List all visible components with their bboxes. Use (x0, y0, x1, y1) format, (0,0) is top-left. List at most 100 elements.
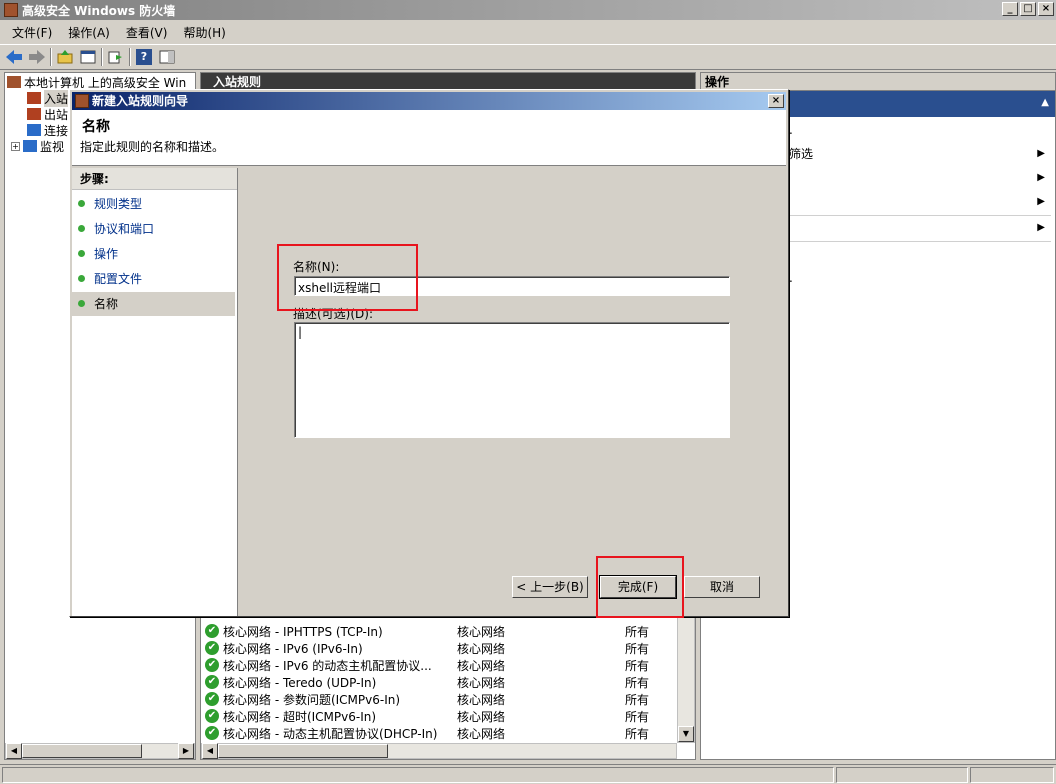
toolbar-separator (129, 48, 131, 66)
scroll-left-icon[interactable]: ◀ (202, 743, 218, 759)
collapse-icon[interactable]: ▲ (1041, 97, 1049, 108)
rules-hscrollbar[interactable]: ◀ (201, 743, 677, 759)
rule-name: 核心网络 - 超时(ICMPv6-In) (223, 710, 377, 724)
wizard-content: 名称(N): xshell远程端口 描述(可选)(D): | < 上一步(B) … (240, 168, 786, 616)
step-rule-type[interactable]: 规则类型 (72, 192, 235, 216)
maximize-button[interactable]: □ (1020, 2, 1036, 16)
show-hide-icon[interactable] (157, 47, 177, 67)
tree-item-inbound[interactable]: 入站 (27, 89, 69, 107)
scroll-thumb[interactable] (218, 744, 388, 758)
steps-pane: 步骤: 规则类型 协议和端口 操作 配置文件 名称 (72, 168, 238, 616)
close-button[interactable]: × (1038, 2, 1054, 16)
scroll-right-icon[interactable]: ▶ (178, 743, 194, 759)
rule-name: 核心网络 - IPHTTPS (TCP-In) (223, 625, 383, 639)
action-item[interactable]: . (789, 119, 1051, 141)
help-glyph: ? (136, 49, 152, 65)
annotation-box-name (277, 244, 418, 311)
back-button[interactable]: < 上一步(B) (512, 576, 588, 598)
status-cell (836, 767, 968, 783)
back-icon[interactable] (4, 47, 24, 67)
menu-view[interactable]: 查看(V) (118, 22, 176, 43)
submenu-arrow-icon: ▶ (1037, 196, 1045, 207)
step-protocol-port[interactable]: 协议和端口 (72, 217, 235, 241)
rule-group: 核心网络 (457, 659, 506, 673)
action-item[interactable]: ▶ (789, 167, 1051, 189)
dialog-title: 新建入站规则向导 (92, 94, 189, 108)
dialog-subheading: 指定此规则的名称和描述。 (80, 140, 225, 154)
table-row[interactable]: ✔ 核心网络 - IPv6 (IPv6-In) 核心网络 所有 (205, 640, 675, 657)
cancel-button[interactable]: 取消 (684, 576, 760, 598)
rule-name: 核心网络 - 参数问题(ICMPv6-In) (223, 693, 401, 707)
tree-item-label: 出站 (44, 107, 69, 122)
step-name[interactable]: 名称 (72, 292, 235, 316)
action-label: 筛选 (789, 147, 814, 161)
help-icon[interactable]: ? (134, 47, 154, 67)
minimize-button[interactable]: _ (1002, 2, 1018, 16)
dialog-close-button[interactable]: × (768, 94, 784, 108)
step-label: 配置文件 (94, 272, 143, 286)
rule-profile: 所有 (625, 642, 650, 656)
rule-group: 核心网络 (457, 625, 506, 639)
step-label: 规则类型 (94, 197, 143, 211)
table-row[interactable]: ✔ 核心网络 - 参数问题(ICMPv6-In) 核心网络 所有 (205, 691, 675, 708)
scroll-left-icon[interactable]: ◀ (6, 743, 22, 759)
enabled-check-icon: ✔ (205, 726, 219, 740)
forward-icon[interactable] (27, 47, 47, 67)
description-input[interactable]: | (294, 322, 730, 438)
rule-group: 核心网络 (457, 676, 506, 690)
enabled-check-icon: ✔ (205, 658, 219, 672)
up-folder-icon[interactable] (55, 47, 75, 67)
tree-root-label: 本地计算机 上的高级安全 Win (24, 75, 187, 90)
table-row[interactable]: ✔ 核心网络 - 超时(ICMPv6-In) 核心网络 所有 (205, 708, 675, 725)
rule-name: 核心网络 - IPv6 (IPv6-In) (223, 642, 363, 656)
step-action[interactable]: 操作 (72, 242, 235, 266)
rule-profile: 所有 (625, 727, 650, 741)
rule-group: 核心网络 (457, 727, 506, 741)
properties-icon[interactable] (78, 47, 98, 67)
scroll-down-icon[interactable]: ▼ (678, 726, 694, 742)
menu-action[interactable]: 操作(A) (60, 22, 118, 43)
step-profile[interactable]: 配置文件 (72, 267, 235, 291)
menu-help[interactable]: 帮助(H) (175, 22, 233, 43)
status-bar (0, 764, 1056, 784)
rule-name: 核心网络 - 动态主机配置协议(DHCP-In) (223, 727, 438, 741)
tree-item-label: 入站 (44, 89, 69, 107)
rule-name: 核心网络 - Teredo (UDP-In) (223, 676, 377, 690)
enabled-check-icon: ✔ (205, 641, 219, 655)
tree-root[interactable]: 本地计算机 上的高级安全 Win (7, 74, 186, 90)
new-inbound-rule-wizard: 新建入站规则向导 × 名称 指定此规则的名称和描述。 步骤: 规则类型 协议和端… (69, 89, 789, 617)
action-item-filter[interactable]: 筛选 ▶ (789, 143, 1051, 165)
divider (789, 241, 1051, 242)
enabled-check-icon: ✔ (205, 709, 219, 723)
tree-item-monitoring[interactable]: + 监视 (11, 138, 64, 154)
table-row[interactable]: ✔ 核心网络 - IPv6 的动态主机配置协议... 核心网络 所有 (205, 657, 675, 674)
table-row[interactable]: ✔ 核心网络 - Teredo (UDP-In) 核心网络 所有 (205, 674, 675, 691)
action-item[interactable]: ▶ (789, 217, 1051, 239)
export-icon[interactable] (106, 47, 126, 67)
rule-name: 核心网络 - IPv6 的动态主机配置协议... (223, 659, 432, 673)
table-row[interactable]: ✔ 核心网络 - IPHTTPS (TCP-In) 核心网络 所有 (205, 623, 675, 640)
submenu-arrow-icon: ▶ (1037, 222, 1045, 233)
monitoring-icon (23, 140, 37, 152)
firewall-icon (7, 76, 21, 88)
scroll-thumb[interactable] (22, 744, 142, 758)
tree-item-connection[interactable]: 连接 (27, 122, 68, 138)
step-dot-icon (78, 225, 85, 232)
expand-icon[interactable]: + (11, 141, 20, 151)
step-label: 名称 (94, 297, 119, 311)
window-title: 高级安全 Windows 防火墙 (22, 3, 176, 18)
action-item[interactable]: . (789, 267, 1051, 289)
submenu-arrow-icon: ▶ (1037, 148, 1045, 159)
tree-hscrollbar[interactable]: ◀ ▶ (5, 743, 195, 759)
rule-profile: 所有 (625, 710, 650, 724)
action-label: . (789, 271, 793, 285)
table-row[interactable]: ✔ 核心网络 - 动态主机配置协议(DHCP-In) 核心网络 所有 (205, 725, 675, 742)
tree-item-outbound[interactable]: 出站 (27, 106, 68, 122)
divider (789, 215, 1051, 216)
menu-file[interactable]: 文件(F) (4, 22, 60, 43)
action-item[interactable]: ▶ (789, 191, 1051, 213)
toolbar-separator (101, 48, 103, 66)
rule-profile: 所有 (625, 676, 650, 690)
rule-group: 核心网络 (457, 693, 506, 707)
tree-item-label: 监视 (40, 139, 65, 154)
